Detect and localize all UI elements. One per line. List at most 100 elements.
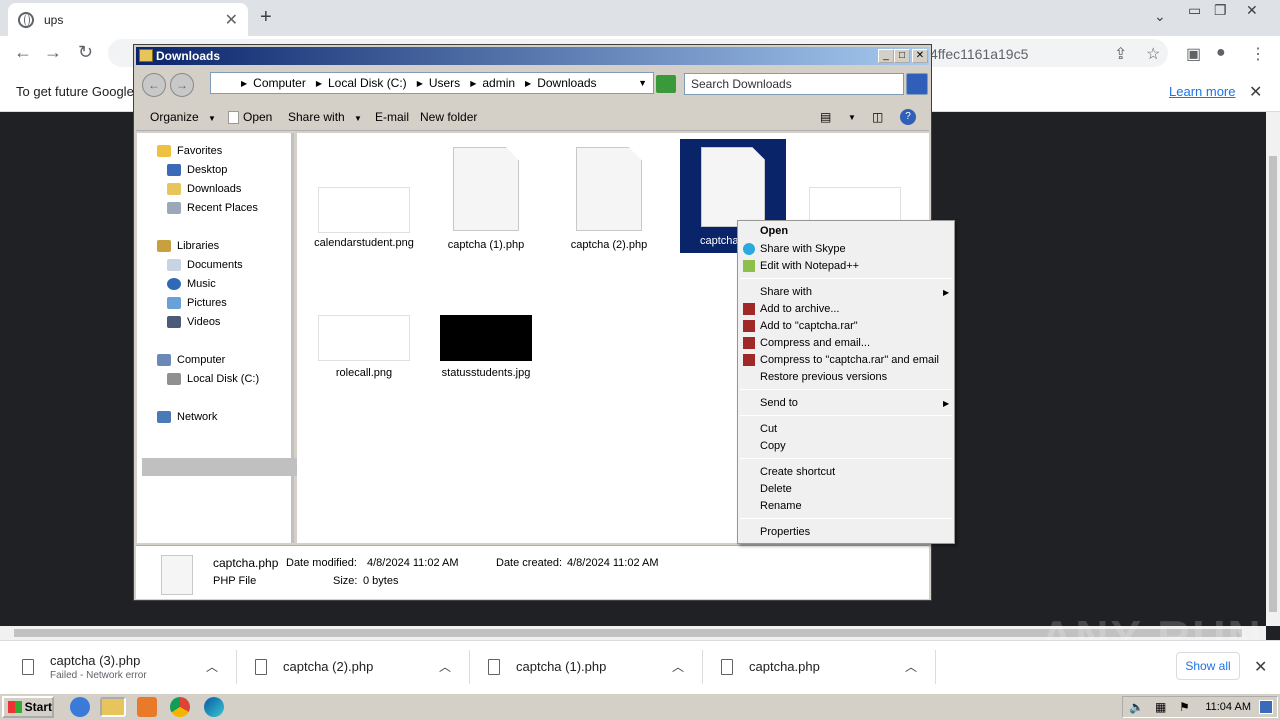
restore-button[interactable]: ❐	[1214, 2, 1227, 19]
dropdown-icon[interactable]: ▼	[638, 78, 647, 88]
menu-create-shortcut[interactable]: Create shortcut	[760, 466, 835, 478]
menu-rename[interactable]: Rename	[760, 500, 802, 512]
learn-more-link[interactable]: Learn more	[1169, 84, 1235, 99]
file-rolecall[interactable]: rolecall.png	[309, 315, 419, 379]
menu-send-to[interactable]: Send to	[760, 397, 798, 409]
nav-documents[interactable]: Documents	[167, 259, 243, 271]
download-item[interactable]: captcha (1).php	[488, 640, 606, 693]
menu-delete[interactable]: Delete	[760, 483, 792, 495]
search-icon[interactable]	[906, 73, 928, 95]
breadcrumb-computer[interactable]: Computer	[253, 76, 306, 90]
maximize-button[interactable]: □	[894, 49, 910, 63]
document-icon	[161, 555, 193, 595]
open-button[interactable]: Open	[228, 110, 272, 125]
menu-share-with[interactable]: Share with	[760, 286, 812, 298]
reload-icon[interactable]: ↻	[78, 42, 93, 63]
breadcrumb-admin[interactable]: admin	[482, 76, 515, 90]
menu-properties[interactable]: Properties	[760, 526, 810, 538]
side-panel-icon[interactable]: ▣	[1186, 44, 1201, 64]
menu-separator	[740, 415, 952, 416]
download-item[interactable]: captcha (2).php	[255, 640, 373, 693]
tab-search-icon[interactable]: ⌄	[1154, 8, 1166, 25]
forward-icon[interactable]: →	[170, 73, 194, 97]
file-calendarstudent[interactable]: calendarstudent.png	[309, 187, 419, 249]
file-captcha-2[interactable]: captcha (2).php	[554, 147, 664, 251]
minimize-button[interactable]: _	[878, 49, 894, 63]
file-label: statusstudents.jpg	[441, 367, 531, 379]
nav-desktop[interactable]: Desktop	[167, 164, 227, 176]
view-dropdown-icon[interactable]: ▼	[848, 113, 856, 122]
breadcrumb-downloads[interactable]: Downloads	[537, 76, 596, 90]
edge-icon[interactable]	[204, 697, 224, 717]
volume-icon[interactable]: 🔈	[1129, 700, 1144, 714]
preview-pane-icon[interactable]: ◫	[872, 110, 883, 124]
download-item[interactable]: captcha.php	[721, 640, 820, 693]
share-icon[interactable]: ⇪	[1114, 44, 1127, 64]
start-button[interactable]: Start	[2, 696, 54, 718]
nav-music[interactable]: Music	[167, 278, 216, 290]
help-icon[interactable]: ?	[900, 109, 916, 125]
menu-notepadpp[interactable]: Edit with Notepad++	[760, 260, 859, 272]
nav-recent[interactable]: Recent Places	[167, 202, 258, 214]
back-icon[interactable]: ←	[142, 73, 166, 97]
bookmark-star-icon[interactable]: ☆	[1146, 44, 1160, 64]
explorer-icon[interactable]	[100, 697, 126, 717]
menu-share-skype[interactable]: Share with Skype	[760, 243, 846, 255]
nav-computer[interactable]: Computer	[157, 354, 225, 366]
browser-tab[interactable]: ups ✕	[8, 3, 248, 36]
menu-restore[interactable]: Restore previous versions	[760, 371, 887, 383]
breadcrumb[interactable]: ▶ Computer ▶ Local Disk (C:) ▶ Users ▶ a…	[210, 72, 654, 94]
menu-add-archive[interactable]: Add to archive...	[760, 303, 840, 315]
show-all-button[interactable]: Show all	[1176, 652, 1240, 680]
vertical-scrollbar[interactable]	[1266, 112, 1280, 626]
close-button[interactable]: ✕	[912, 49, 928, 63]
info-bar-close-icon[interactable]: ✕	[1249, 82, 1262, 102]
menu-icon[interactable]: ⋮	[1250, 44, 1266, 64]
menu-compress-email[interactable]: Compress and email...	[760, 337, 870, 349]
chrome-icon[interactable]	[170, 697, 190, 717]
network-icon[interactable]: ▦	[1155, 700, 1166, 714]
new-tab-button[interactable]: +	[260, 6, 272, 29]
chevron-up-icon[interactable]: ︿	[206, 658, 218, 675]
nav-network[interactable]: Network	[157, 411, 217, 423]
menu-cut[interactable]: Cut	[760, 423, 777, 435]
nav-downloads[interactable]: Downloads	[167, 183, 241, 195]
nav-local-disk[interactable]: Local Disk (C:)	[167, 373, 259, 385]
flag-icon[interactable]: ⚑	[1179, 700, 1190, 714]
file-statusstudents[interactable]: statusstudents.jpg	[431, 315, 541, 379]
view-icon[interactable]: ▤	[820, 110, 831, 124]
menu-copy[interactable]: Copy	[760, 440, 786, 452]
menu-open[interactable]: Open	[760, 225, 788, 237]
back-icon[interactable]: ←	[14, 42, 32, 63]
file-captcha-1[interactable]: captcha (1).php	[431, 147, 541, 251]
close-tab-icon[interactable]: ✕	[225, 10, 238, 30]
nav-pictures[interactable]: Pictures	[167, 297, 227, 309]
menu-compress-rar-email[interactable]: Compress to "captcha.rar" and email	[760, 354, 939, 366]
refresh-icon[interactable]	[656, 75, 676, 93]
media-player-icon[interactable]	[137, 697, 157, 717]
scroll-thumb[interactable]	[1269, 156, 1277, 612]
organize-button[interactable]: Organize ▼	[150, 110, 216, 124]
ie-icon[interactable]	[70, 697, 90, 717]
nav-videos[interactable]: Videos	[167, 316, 220, 328]
email-button[interactable]: E-mail	[375, 110, 409, 124]
new-folder-button[interactable]: New folder	[420, 110, 477, 124]
close-window-button[interactable]: ✕	[1246, 2, 1258, 19]
close-downloads-icon[interactable]: ✕	[1254, 657, 1267, 677]
minimize-button[interactable]: ▭	[1188, 2, 1201, 19]
forward-icon[interactable]: →	[44, 42, 62, 63]
share-with-button[interactable]: Share with ▼	[288, 110, 362, 124]
chevron-up-icon[interactable]: ︿	[439, 658, 451, 675]
profile-icon[interactable]: ●	[1216, 44, 1226, 62]
chevron-up-icon[interactable]: ︿	[905, 658, 917, 675]
explorer-titlebar[interactable]: Downloads	[136, 47, 929, 65]
breadcrumb-local-disk[interactable]: Local Disk (C:)	[328, 76, 407, 90]
nav-favorites[interactable]: Favorites	[157, 145, 222, 157]
menu-add-rar[interactable]: Add to "captcha.rar"	[760, 320, 858, 332]
show-desktop-icon[interactable]	[1259, 700, 1273, 714]
nav-libraries[interactable]: Libraries	[157, 240, 219, 252]
chevron-up-icon[interactable]: ︿	[672, 658, 684, 675]
breadcrumb-users[interactable]: Users	[429, 76, 460, 90]
search-input[interactable]: Search Downloads	[684, 73, 904, 95]
download-item[interactable]: captcha (3).php Failed - Network error	[22, 640, 147, 693]
